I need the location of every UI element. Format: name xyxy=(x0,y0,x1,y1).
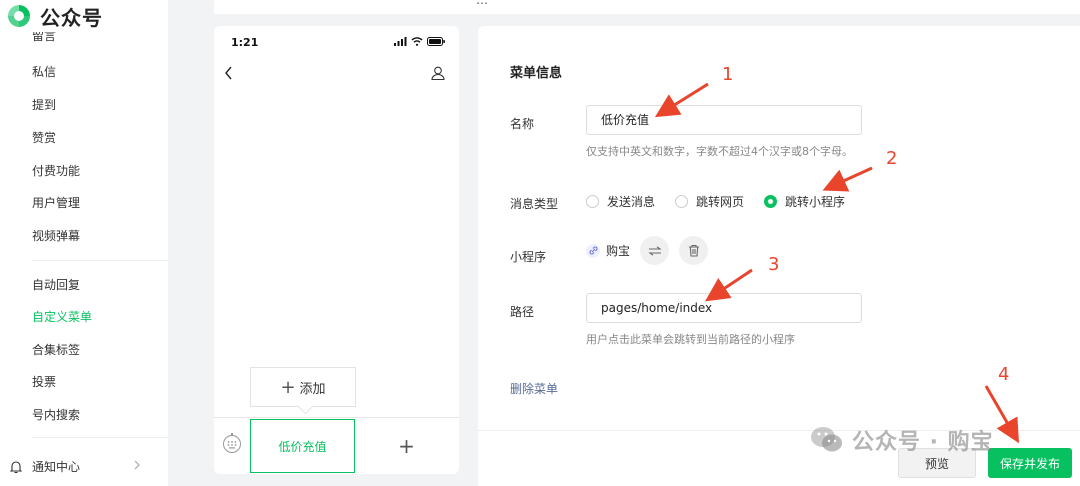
sidebar-item-custom-menu[interactable]: 自定义菜单 xyxy=(32,309,92,325)
sidebar-item-appreciation[interactable]: 赞赏 xyxy=(32,130,56,146)
annotation-number-3: 3 xyxy=(768,254,780,275)
keyboard-icon[interactable] xyxy=(222,432,242,454)
radio-label: 跳转网页 xyxy=(696,195,745,209)
sidebar-divider xyxy=(32,260,168,261)
sidebar-item-vote[interactable]: 投票 xyxy=(32,374,56,390)
back-arrow-icon[interactable] xyxy=(224,66,234,80)
notification-center-label: 通知中心 xyxy=(32,460,81,474)
trash-icon xyxy=(688,244,699,257)
sidebar-item-account-search[interactable]: 号内搜索 xyxy=(32,407,80,423)
swap-icon xyxy=(647,245,662,256)
swap-miniprogram-button[interactable] xyxy=(640,236,670,265)
miniprogram-link-icon xyxy=(586,243,600,258)
panel-title: 菜单信息 xyxy=(510,66,563,81)
add-submenu-label: 添加 xyxy=(299,381,326,397)
save-and-publish-button[interactable]: 保存并发布 xyxy=(988,448,1072,478)
name-label: 名称 xyxy=(510,117,535,131)
miniprogram-name: 购宝 xyxy=(606,244,631,258)
radio-circle-icon xyxy=(586,195,599,208)
user-profile-icon[interactable] xyxy=(431,66,445,80)
notification-center[interactable]: 通知中心 xyxy=(10,458,80,475)
sidebar-item-paid-features[interactable]: 付费功能 xyxy=(32,163,80,179)
sidebar: 公众号 留言 私信 提到 赞赏 付费功能 用户管理 视频弹幕 自动回复 自定义菜… xyxy=(0,0,168,486)
menu-name-input[interactable]: 低价充值 xyxy=(586,105,862,135)
radio-label: 跳转小程序 xyxy=(785,195,846,209)
bell-icon xyxy=(10,460,22,473)
menu-item-low-price-recharge[interactable]: 低价充值 xyxy=(250,419,355,473)
radio-jump-miniprogram[interactable]: 跳转小程序 xyxy=(764,193,845,210)
sidebar-divider xyxy=(32,437,168,438)
watermark-text: 公众号 · 购宝 xyxy=(852,430,994,455)
sidebar-item-private-messages[interactable]: 私信 xyxy=(32,64,56,80)
radio-jump-webpage[interactable]: 跳转网页 xyxy=(675,193,744,210)
signal-icon xyxy=(394,37,407,46)
sidebar-item-user-management[interactable]: 用户管理 xyxy=(32,195,80,211)
message-type-radio-group: 发送消息 跳转网页 跳转小程序 xyxy=(586,193,865,210)
radio-send-message[interactable]: 发送消息 xyxy=(586,193,655,210)
app-title: 公众号 xyxy=(40,5,103,30)
annotation-number-4: 4 xyxy=(998,364,1010,385)
battery-icon xyxy=(427,37,445,46)
phone-time: 1:21 xyxy=(231,36,259,49)
miniprogram-selector: 购宝 xyxy=(586,236,709,265)
annotation-number-2: 2 xyxy=(886,148,898,169)
wechat-official-logo-icon xyxy=(7,4,31,28)
watermark: 公众号 · 购宝 xyxy=(810,424,994,456)
annotation-number-1: 1 xyxy=(722,64,734,85)
top-banner: … xyxy=(214,0,1080,14)
chevron-right-icon[interactable] xyxy=(132,458,142,472)
sidebar-item-collection-tags[interactable]: 合集标签 xyxy=(32,342,80,358)
sidebar-item-auto-reply[interactable]: 自动回复 xyxy=(32,277,80,293)
radio-circle-icon xyxy=(675,195,689,208)
sidebar-item-comments[interactable]: 留言 xyxy=(32,32,56,45)
sidebar-item-mentions[interactable]: 提到 xyxy=(32,97,56,113)
radio-label: 发送消息 xyxy=(607,195,656,209)
add-submenu-button[interactable]: + 添加 xyxy=(250,367,356,407)
phone-menu-bar: 低价充值 + xyxy=(214,417,459,474)
top-banner-text: … xyxy=(476,0,488,7)
miniprogram-label: 小程序 xyxy=(510,250,547,264)
phone-preview: 1:21 + 添加 低价充值 + xyxy=(214,26,459,474)
name-hint: 仅支持中英文和数字，字数不超过4个汉字或8个字母。 xyxy=(586,145,853,158)
wechat-icon xyxy=(811,427,842,452)
wifi-icon xyxy=(411,37,423,46)
message-type-label: 消息类型 xyxy=(510,197,559,211)
add-menu-button[interactable]: + xyxy=(364,419,449,473)
path-input[interactable]: pages/home/index xyxy=(586,293,862,323)
phone-status-bar xyxy=(394,37,445,46)
path-hint: 用户点击此菜单会跳转到当前路径的小程序 xyxy=(586,333,795,346)
delete-miniprogram-button[interactable] xyxy=(679,236,709,265)
radio-checked-icon xyxy=(764,195,778,208)
app-logo[interactable]: 公众号 xyxy=(6,2,103,30)
delete-menu-link[interactable]: 删除菜单 xyxy=(510,380,558,397)
path-label: 路径 xyxy=(510,305,535,319)
plus-icon: + xyxy=(280,376,296,398)
sidebar-item-video-danmaku[interactable]: 视频弹幕 xyxy=(32,228,80,244)
